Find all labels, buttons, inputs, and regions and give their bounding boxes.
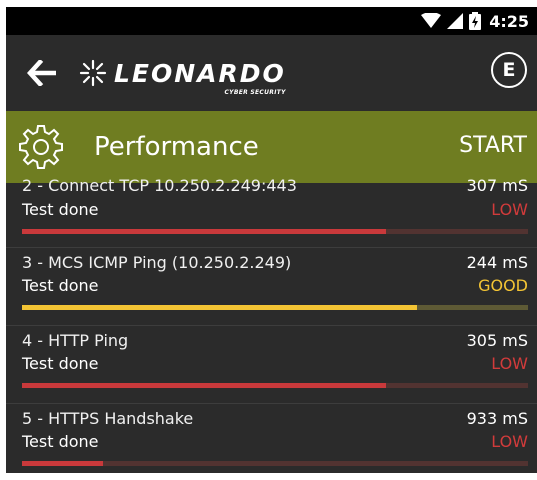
test-progress-bar [22, 383, 528, 388]
test-title: 4 - HTTP Ping [22, 331, 129, 350]
test-status: Test done [22, 200, 99, 219]
test-progress-bar [22, 229, 528, 234]
test-latency: 933 mS [466, 409, 528, 428]
test-rating: LOW [491, 200, 528, 219]
logo-text: LEONARDO [114, 58, 286, 88]
test-latency: 305 mS [466, 331, 528, 350]
test-progress-fill [22, 461, 103, 466]
test-item[interactable]: 3 - MCS ICMP Ping (10.250.2.249) Test do… [6, 248, 537, 326]
e-button-label: E [502, 59, 516, 81]
test-status: Test done [22, 276, 99, 295]
leonardo-burst-icon [79, 59, 107, 87]
back-button[interactable] [22, 53, 62, 93]
signal-icon [447, 13, 464, 29]
test-item[interactable]: 5 - HTTPS Handshake Test done 933 mS LOW [6, 404, 537, 473]
test-title: 2 - Connect TCP 10.250.2.249:443 [22, 176, 297, 195]
wifi-icon [421, 13, 442, 29]
e-menu-button[interactable]: E [491, 52, 527, 88]
gear-icon [18, 124, 64, 170]
test-progress-fill [22, 229, 387, 234]
performance-header: Performance START [6, 111, 537, 183]
test-title: 5 - HTTPS Handshake [22, 409, 194, 428]
status-time: 4:25 [489, 11, 529, 31]
test-progress-fill [22, 305, 417, 310]
phone-screen: 4:25 LEONARDO CYBER SECURITY E Performan… [6, 7, 537, 473]
test-title: 3 - MCS ICMP Ping (10.250.2.249) [22, 253, 292, 272]
test-progress-bar [22, 305, 528, 310]
test-latency: 244 mS [466, 253, 528, 272]
test-status: Test done [22, 354, 99, 373]
start-button[interactable]: START [459, 133, 527, 158]
test-status: Test done [22, 432, 99, 451]
test-latency: 307 mS [466, 176, 528, 195]
test-rating: GOOD [478, 276, 528, 295]
logo-subtitle: CYBER SECURITY [224, 89, 286, 96]
test-progress-bar [22, 461, 528, 466]
battery-icon [469, 12, 482, 30]
arrow-left-icon [27, 60, 56, 86]
test-rating: LOW [491, 432, 528, 451]
test-item[interactable]: 2 - Connect TCP 10.250.2.249:443 Test do… [6, 176, 537, 248]
test-list: 2 - Connect TCP 10.250.2.249:443 Test do… [6, 176, 537, 473]
test-rating: LOW [491, 354, 528, 373]
test-progress-fill [22, 383, 387, 388]
page-title: Performance [94, 132, 259, 162]
app-bar: LEONARDO CYBER SECURITY E [6, 35, 537, 111]
app-logo: LEONARDO CYBER SECURITY [78, 58, 286, 96]
status-bar: 4:25 [6, 7, 537, 35]
test-item[interactable]: 4 - HTTP Ping Test done 305 mS LOW [6, 326, 537, 404]
